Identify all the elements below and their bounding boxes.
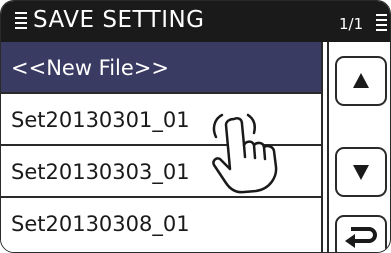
page-indicator: 1/1	[339, 15, 364, 33]
page-menu-icon	[376, 14, 387, 31]
back-button[interactable]	[335, 215, 387, 252]
scroll-down-button[interactable]	[335, 147, 387, 197]
page-title: SAVE SETTING	[33, 7, 205, 33]
list-item-label: Set20130308_01	[11, 212, 190, 236]
list-item-label: Set20130303_01	[11, 160, 190, 184]
list-item-new-file[interactable]: <<New File>>	[1, 42, 323, 94]
save-setting-screen: SAVE SETTING 1/1 <<New File>> Set2013030…	[0, 0, 391, 253]
list-item[interactable]: Set20130308_01	[1, 198, 323, 252]
scrollbar-track	[323, 42, 329, 252]
list-item-label: Set20130301_01	[11, 108, 190, 132]
return-arrow-icon	[345, 227, 377, 248]
title-bar: SAVE SETTING 1/1	[1, 1, 390, 42]
triangle-down-icon	[353, 165, 369, 180]
triangle-up-icon	[353, 73, 369, 88]
list-item-label: <<New File>>	[11, 56, 170, 80]
list-menu-icon	[15, 12, 27, 29]
touch-hand-icon	[212, 113, 278, 194]
scroll-up-button[interactable]	[335, 56, 387, 106]
